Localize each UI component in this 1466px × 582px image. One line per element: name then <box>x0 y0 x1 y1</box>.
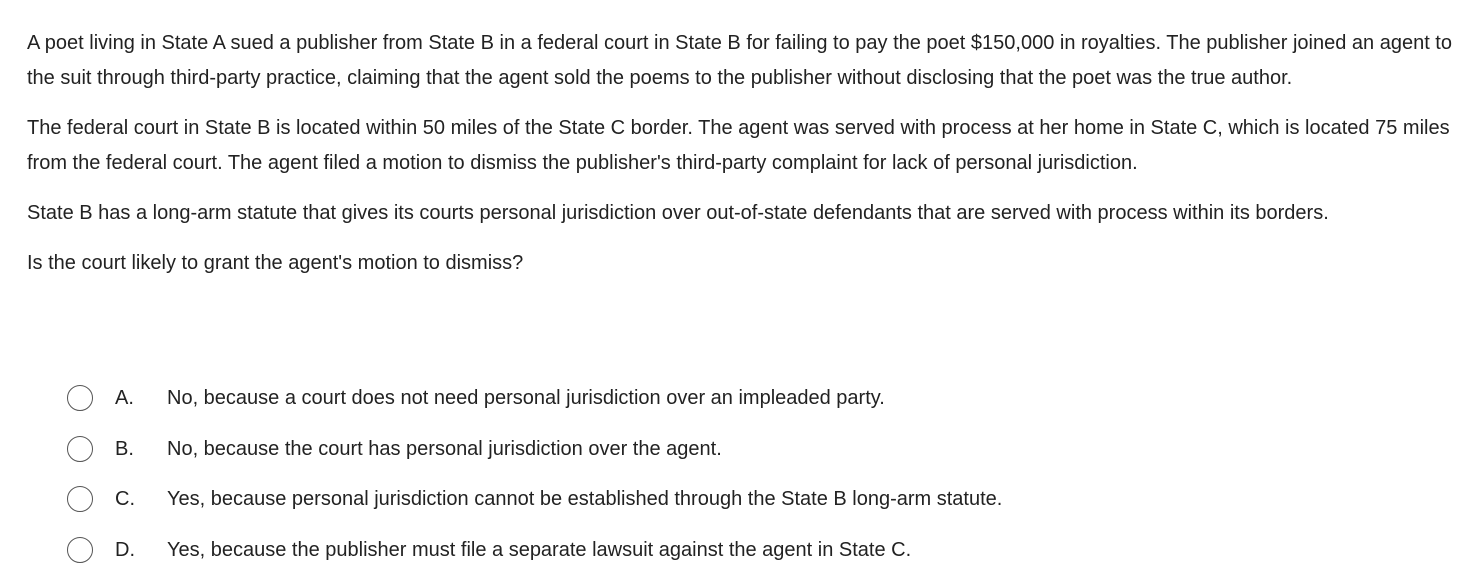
radio-button-b[interactable] <box>67 436 93 462</box>
question-paragraph-1: A poet living in State A sued a publishe… <box>27 26 1452 96</box>
answer-option-b[interactable]: B. No, because the court has personal ju… <box>67 431 1447 482</box>
answer-option-c[interactable]: C. Yes, because personal jurisdiction ca… <box>67 481 1447 532</box>
radio-button-c[interactable] <box>67 486 93 512</box>
question-prompt: Is the court likely to grant the agent's… <box>27 246 1452 281</box>
radio-button-d[interactable] <box>67 537 93 563</box>
option-letter-c: C. <box>115 487 135 511</box>
option-text-c: Yes, because personal jurisdiction canno… <box>167 487 1002 511</box>
option-text-a: No, because a court does not need person… <box>167 386 885 410</box>
answer-option-a[interactable]: A. No, because a court does not need per… <box>67 380 1447 431</box>
option-text-b: No, because the court has personal juris… <box>167 437 722 461</box>
answer-option-d[interactable]: D. Yes, because the publisher must file … <box>67 532 1447 582</box>
option-letter-b: B. <box>115 437 134 461</box>
question-paragraph-2: The federal court in State B is located … <box>27 111 1452 181</box>
option-text-d: Yes, because the publisher must file a s… <box>167 538 911 562</box>
option-letter-a: A. <box>115 386 134 410</box>
question-paragraph-3: State B has a long-arm statute that give… <box>27 196 1452 231</box>
answer-options: A. No, because a court does not need per… <box>67 380 1447 582</box>
question-stem: A poet living in State A sued a publishe… <box>27 26 1452 296</box>
radio-button-a[interactable] <box>67 385 93 411</box>
option-letter-d: D. <box>115 538 135 562</box>
